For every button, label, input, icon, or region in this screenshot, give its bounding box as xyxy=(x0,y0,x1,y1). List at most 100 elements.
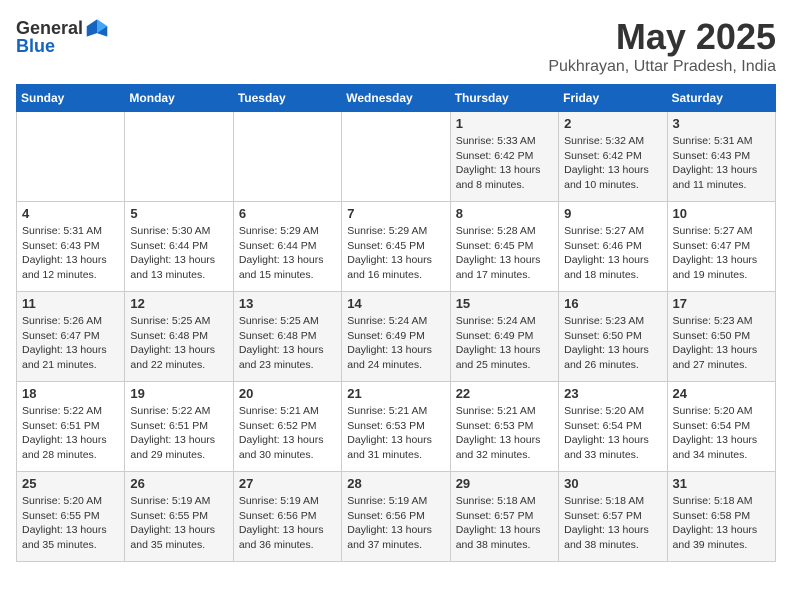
day-info: Sunrise: 5:25 AM Sunset: 6:48 PM Dayligh… xyxy=(239,314,336,373)
calendar-cell xyxy=(233,112,341,202)
calendar-cell: 30Sunrise: 5:18 AM Sunset: 6:57 PM Dayli… xyxy=(559,472,667,562)
calendar-cell xyxy=(342,112,450,202)
calendar-cell: 27 Sunrise: 5:19 AM Sunset: 6:56 PM Dayli… xyxy=(233,472,341,562)
day-number: 31 xyxy=(673,476,770,491)
header-sunday: Sunday xyxy=(17,85,125,112)
day-info: Sunrise: 5:25 AM Sunset: 6:48 PM Dayligh… xyxy=(130,314,227,373)
calendar-cell: 21Sunrise: 5:21 AM Sunset: 6:53 PM Dayli… xyxy=(342,382,450,472)
day-info: Sunrise: 5:18 AM Sunset: 6:57 PM Dayligh… xyxy=(456,494,553,553)
calendar-cell: 28Sunrise: 5:19 AM Sunset: 6:56 PM Dayli… xyxy=(342,472,450,562)
day-number: 30 xyxy=(564,476,661,491)
calendar-cell: 18Sunrise: 5:22 AM Sunset: 6:51 PM Dayli… xyxy=(17,382,125,472)
day-info: Sunrise: 5:32 AM Sunset: 6:42 PM Dayligh… xyxy=(564,134,661,193)
calendar-cell: 8 Sunrise: 5:28 AM Sunset: 6:45 PM Daylig… xyxy=(450,202,558,292)
day-info: Sunrise: 5:19 AM Sunset: 6:55 PM Dayligh… xyxy=(130,494,227,553)
calendar-cell: 6Sunrise: 5:29 AM Sunset: 6:44 PM Daylig… xyxy=(233,202,341,292)
header-thursday: Thursday xyxy=(450,85,558,112)
title-section: May 2025 Pukhrayan, Uttar Pradesh, India xyxy=(548,16,776,76)
day-number: 11 xyxy=(22,296,119,311)
day-number: 21 xyxy=(347,386,444,401)
day-info: Sunrise: 5:20 AM Sunset: 6:54 PM Dayligh… xyxy=(673,404,770,463)
day-info: Sunrise: 5:21 AM Sunset: 6:53 PM Dayligh… xyxy=(456,404,553,463)
calendar-week-2: 4Sunrise: 5:31 AM Sunset: 6:43 PM Daylig… xyxy=(17,202,776,292)
calendar-cell: 5 Sunrise: 5:30 AM Sunset: 6:44 PM Daylig… xyxy=(125,202,233,292)
calendar-cell: 25Sunrise: 5:20 AM Sunset: 6:55 PM Dayli… xyxy=(17,472,125,562)
calendar-week-4: 18Sunrise: 5:22 AM Sunset: 6:51 PM Dayli… xyxy=(17,382,776,472)
calendar-cell: 14 Sunrise: 5:24 AM Sunset: 6:49 PM Dayli… xyxy=(342,292,450,382)
calendar-cell: 24 Sunrise: 5:20 AM Sunset: 6:54 PM Dayli… xyxy=(667,382,775,472)
day-number: 26 xyxy=(130,476,227,491)
day-number: 20 xyxy=(239,386,336,401)
header-saturday: Saturday xyxy=(667,85,775,112)
header-row: Sunday Monday Tuesday Wednesday Thursday… xyxy=(17,85,776,112)
day-info: Sunrise: 5:23 AM Sunset: 6:50 PM Dayligh… xyxy=(673,314,770,373)
calendar-cell: 2Sunrise: 5:32 AM Sunset: 6:42 PM Daylig… xyxy=(559,112,667,202)
day-number: 13 xyxy=(239,296,336,311)
day-number: 3 xyxy=(673,116,770,131)
calendar-cell: 31 Sunrise: 5:18 AM Sunset: 6:58 PM Dayli… xyxy=(667,472,775,562)
day-info: Sunrise: 5:33 AM Sunset: 6:42 PM Dayligh… xyxy=(456,134,553,193)
day-number: 22 xyxy=(456,386,553,401)
calendar-body: 1 Sunrise: 5:33 AM Sunset: 6:42 PM Daylig… xyxy=(17,112,776,562)
day-number: 12 xyxy=(130,296,227,311)
calendar-header: Sunday Monday Tuesday Wednesday Thursday… xyxy=(17,85,776,112)
calendar-cell: 26 Sunrise: 5:19 AM Sunset: 6:55 PM Dayli… xyxy=(125,472,233,562)
calendar-cell: 15Sunrise: 5:24 AM Sunset: 6:49 PM Dayli… xyxy=(450,292,558,382)
day-number: 5 xyxy=(130,206,227,221)
day-number: 16 xyxy=(564,296,661,311)
day-info: Sunrise: 5:29 AM Sunset: 6:45 PM Dayligh… xyxy=(347,224,444,283)
calendar-cell: 1 Sunrise: 5:33 AM Sunset: 6:42 PM Daylig… xyxy=(450,112,558,202)
day-info: Sunrise: 5:18 AM Sunset: 6:58 PM Dayligh… xyxy=(673,494,770,553)
calendar-week-1: 1 Sunrise: 5:33 AM Sunset: 6:42 PM Daylig… xyxy=(17,112,776,202)
day-number: 7 xyxy=(347,206,444,221)
day-number: 6 xyxy=(239,206,336,221)
calendar-cell: 12 Sunrise: 5:25 AM Sunset: 6:48 PM Dayli… xyxy=(125,292,233,382)
calendar-week-3: 11Sunrise: 5:26 AM Sunset: 6:47 PM Dayli… xyxy=(17,292,776,382)
header-friday: Friday xyxy=(559,85,667,112)
day-info: Sunrise: 5:21 AM Sunset: 6:52 PM Dayligh… xyxy=(239,404,336,463)
header-monday: Monday xyxy=(125,85,233,112)
calendar-cell: 10Sunrise: 5:27 AM Sunset: 6:47 PM Dayli… xyxy=(667,202,775,292)
header-wednesday: Wednesday xyxy=(342,85,450,112)
calendar-table: Sunday Monday Tuesday Wednesday Thursday… xyxy=(16,84,776,562)
day-number: 23 xyxy=(564,386,661,401)
day-info: Sunrise: 5:20 AM Sunset: 6:55 PM Dayligh… xyxy=(22,494,119,553)
page-header: General Blue May 2025 Pukhrayan, Uttar P… xyxy=(16,16,776,76)
day-number: 14 xyxy=(347,296,444,311)
calendar-cell xyxy=(17,112,125,202)
day-number: 8 xyxy=(456,206,553,221)
day-info: Sunrise: 5:24 AM Sunset: 6:49 PM Dayligh… xyxy=(347,314,444,373)
calendar-cell: 29 Sunrise: 5:18 AM Sunset: 6:57 PM Dayli… xyxy=(450,472,558,562)
calendar-cell: 9Sunrise: 5:27 AM Sunset: 6:46 PM Daylig… xyxy=(559,202,667,292)
calendar-cell: 17 Sunrise: 5:23 AM Sunset: 6:50 PM Dayli… xyxy=(667,292,775,382)
calendar-cell: 11Sunrise: 5:26 AM Sunset: 6:47 PM Dayli… xyxy=(17,292,125,382)
day-info: Sunrise: 5:19 AM Sunset: 6:56 PM Dayligh… xyxy=(239,494,336,553)
logo: General Blue xyxy=(16,16,109,57)
calendar-cell: 16 Sunrise: 5:23 AM Sunset: 6:50 PM Dayli… xyxy=(559,292,667,382)
calendar-cell: 20 Sunrise: 5:21 AM Sunset: 6:52 PM Dayli… xyxy=(233,382,341,472)
day-number: 29 xyxy=(456,476,553,491)
day-info: Sunrise: 5:23 AM Sunset: 6:50 PM Dayligh… xyxy=(564,314,661,373)
day-info: Sunrise: 5:22 AM Sunset: 6:51 PM Dayligh… xyxy=(130,404,227,463)
day-info: Sunrise: 5:30 AM Sunset: 6:44 PM Dayligh… xyxy=(130,224,227,283)
header-tuesday: Tuesday xyxy=(233,85,341,112)
day-number: 4 xyxy=(22,206,119,221)
day-number: 27 xyxy=(239,476,336,491)
day-number: 24 xyxy=(673,386,770,401)
calendar-cell: 7 Sunrise: 5:29 AM Sunset: 6:45 PM Daylig… xyxy=(342,202,450,292)
day-info: Sunrise: 5:27 AM Sunset: 6:47 PM Dayligh… xyxy=(673,224,770,283)
day-number: 1 xyxy=(456,116,553,131)
logo-blue: Blue xyxy=(16,36,55,57)
day-number: 15 xyxy=(456,296,553,311)
logo-icon xyxy=(85,16,109,40)
day-info: Sunrise: 5:27 AM Sunset: 6:46 PM Dayligh… xyxy=(564,224,661,283)
day-info: Sunrise: 5:19 AM Sunset: 6:56 PM Dayligh… xyxy=(347,494,444,553)
day-number: 19 xyxy=(130,386,227,401)
month-title: May 2025 xyxy=(548,16,776,58)
day-number: 17 xyxy=(673,296,770,311)
day-info: Sunrise: 5:28 AM Sunset: 6:45 PM Dayligh… xyxy=(456,224,553,283)
calendar-week-5: 25Sunrise: 5:20 AM Sunset: 6:55 PM Dayli… xyxy=(17,472,776,562)
day-info: Sunrise: 5:22 AM Sunset: 6:51 PM Dayligh… xyxy=(22,404,119,463)
calendar-cell: 19 Sunrise: 5:22 AM Sunset: 6:51 PM Dayli… xyxy=(125,382,233,472)
calendar-cell xyxy=(125,112,233,202)
